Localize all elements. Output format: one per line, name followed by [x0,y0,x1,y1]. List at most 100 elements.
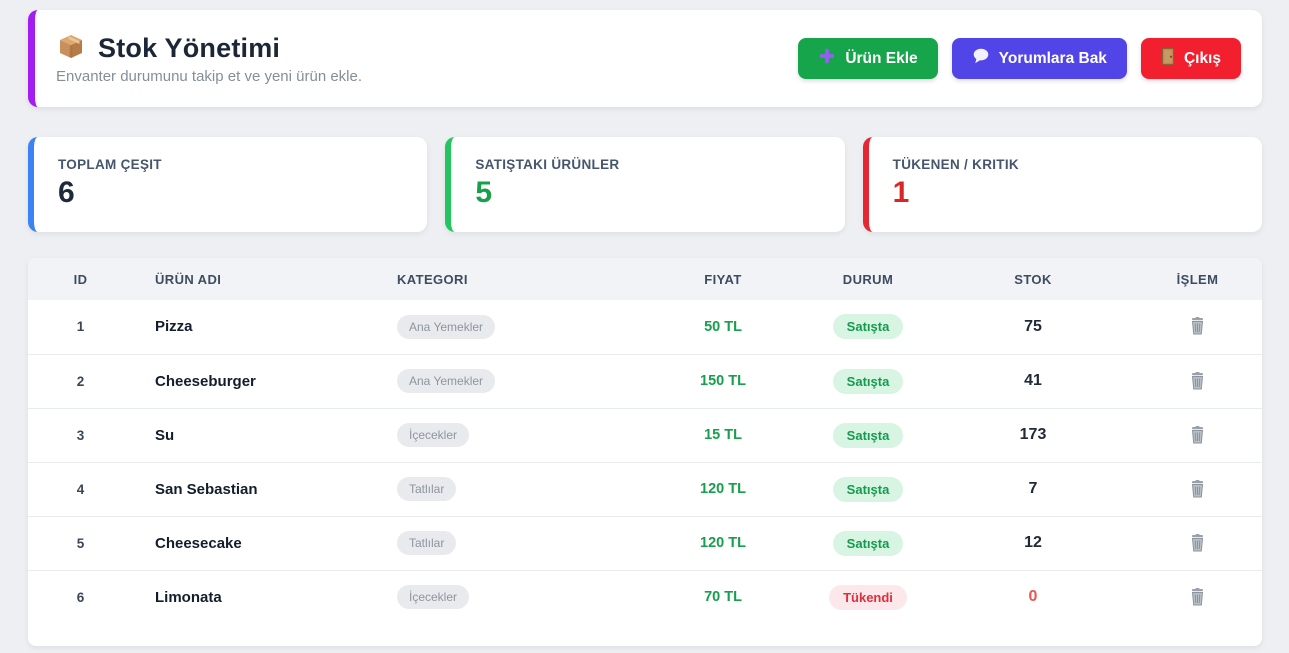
table-row: 4 San Sebastian Tatlılar 120 TL Satışta … [28,462,1262,516]
cell-category: Ana Yemekler [373,300,643,354]
cell-status: Satışta [803,300,933,354]
category-badge: Tatlılar [397,477,456,501]
delete-row-button[interactable] [1185,584,1210,610]
category-badge: İçecekler [397,585,469,609]
col-stock: STOK [933,258,1133,300]
cell-status: Satışta [803,354,933,408]
category-badge: Ana Yemekler [397,315,495,339]
cell-category: Ana Yemekler [373,354,643,408]
products-table: ID ÜRÜN ADI KATEGORI FIYAT DURUM STOK İŞ… [28,258,1262,624]
page-content: Stok Yönetimi Envanter durumunu takip et… [28,10,1262,646]
stock-value: 12 [1024,534,1042,551]
trash-icon [1189,432,1206,447]
table-body: 1 Pizza Ana Yemekler 50 TL Satışta 75 [28,300,1262,624]
col-action: İŞLEM [1133,258,1262,300]
table-row: 6 Limonata İçecekler 70 TL Tükendi 0 [28,570,1262,624]
table-row: 3 Su İçecekler 15 TL Satışta 173 [28,408,1262,462]
cell-action [1133,300,1262,354]
status-badge: Tükendi [829,585,907,610]
cell-stock: 12 [933,516,1133,570]
page-subtitle: Envanter durumunu takip et ve yeni ürün … [56,68,362,85]
cell-id: 2 [28,354,133,408]
cell-action [1133,462,1262,516]
stock-value: 41 [1024,372,1042,389]
delete-row-button[interactable] [1185,368,1210,394]
cell-id: 3 [28,408,133,462]
cell-price: 120 TL [643,462,803,516]
cell-status: Satışta [803,408,933,462]
cell-stock: 41 [933,354,1133,408]
add-product-button[interactable]: Ürün Ekle [798,38,937,79]
cell-status: Tükendi [803,570,933,624]
delete-row-button[interactable] [1185,313,1210,339]
trash-icon [1189,486,1206,501]
cell-stock: 7 [933,462,1133,516]
status-badge: Satışta [833,477,904,502]
trash-icon [1189,540,1206,555]
status-badge: Satışta [833,531,904,556]
cell-id: 6 [28,570,133,624]
stat-label: SATIŞTAKI ÜRÜNLER [475,157,820,172]
cell-category: Tatlılar [373,516,643,570]
cell-action [1133,516,1262,570]
cell-category: İçecekler [373,408,643,462]
cell-status: Satışta [803,516,933,570]
category-badge: Ana Yemekler [397,369,495,393]
cell-price: 120 TL [643,516,803,570]
delete-row-button[interactable] [1185,422,1210,448]
category-badge: Tatlılar [397,531,456,555]
logout-button[interactable]: Çıkış [1141,38,1241,79]
stat-value: 1 [893,176,1238,209]
cell-action [1133,354,1262,408]
col-category: KATEGORI [373,258,643,300]
stock-value: 7 [1029,480,1038,497]
stat-value: 5 [475,176,820,209]
cell-stock: 75 [933,300,1133,354]
table-header-row: ID ÜRÜN ADI KATEGORI FIYAT DURUM STOK İŞ… [28,258,1262,300]
speech-bubble-icon [972,48,990,69]
stat-label: TOPLAM ÇEŞIT [58,157,403,172]
category-badge: İçecekler [397,423,469,447]
delete-row-button[interactable] [1185,476,1210,502]
cell-product-name: San Sebastian [133,462,373,516]
delete-row-button[interactable] [1185,530,1210,556]
stat-card: TOPLAM ÇEŞIT 6 [28,137,427,232]
title-block: Stok Yönetimi Envanter durumunu takip et… [56,32,362,85]
package-icon [56,32,86,65]
stats-row: TOPLAM ÇEŞIT 6 SATIŞTAKI ÜRÜNLER 5 TÜKEN… [28,137,1262,232]
cell-status: Satışta [803,462,933,516]
cell-price: 150 TL [643,354,803,408]
cell-product-name: Pizza [133,300,373,354]
cell-id: 4 [28,462,133,516]
cell-category: Tatlılar [373,462,643,516]
cell-product-name: Cheesecake [133,516,373,570]
header-actions: Ürün Ekle Yorumlara Bak [798,38,1241,79]
cell-price: 15 TL [643,408,803,462]
page-title: Stok Yönetimi [98,33,280,64]
plus-icon [818,47,836,70]
trash-icon [1189,594,1206,609]
stat-label: TÜKENEN / KRITIK [893,157,1238,172]
table-row: 1 Pizza Ana Yemekler 50 TL Satışta 75 [28,300,1262,354]
cell-price: 50 TL [643,300,803,354]
stock-value: 0 [1029,588,1038,605]
cell-product-name: Su [133,408,373,462]
view-comments-button[interactable]: Yorumlara Bak [952,38,1127,79]
status-badge: Satışta [833,423,904,448]
col-status: DURUM [803,258,933,300]
cell-action [1133,408,1262,462]
col-price: FIYAT [643,258,803,300]
stat-card: SATIŞTAKI ÜRÜNLER 5 [445,137,844,232]
cell-stock: 173 [933,408,1133,462]
cell-id: 1 [28,300,133,354]
trash-icon [1189,323,1206,338]
cell-category: İçecekler [373,570,643,624]
table-row: 5 Cheesecake Tatlılar 120 TL Satışta 12 [28,516,1262,570]
cell-id: 5 [28,516,133,570]
status-badge: Satışta [833,369,904,394]
cell-stock: 0 [933,570,1133,624]
header-card: Stok Yönetimi Envanter durumunu takip et… [28,10,1262,107]
door-icon [1161,48,1175,70]
cell-price: 70 TL [643,570,803,624]
status-badge: Satışta [833,314,904,339]
